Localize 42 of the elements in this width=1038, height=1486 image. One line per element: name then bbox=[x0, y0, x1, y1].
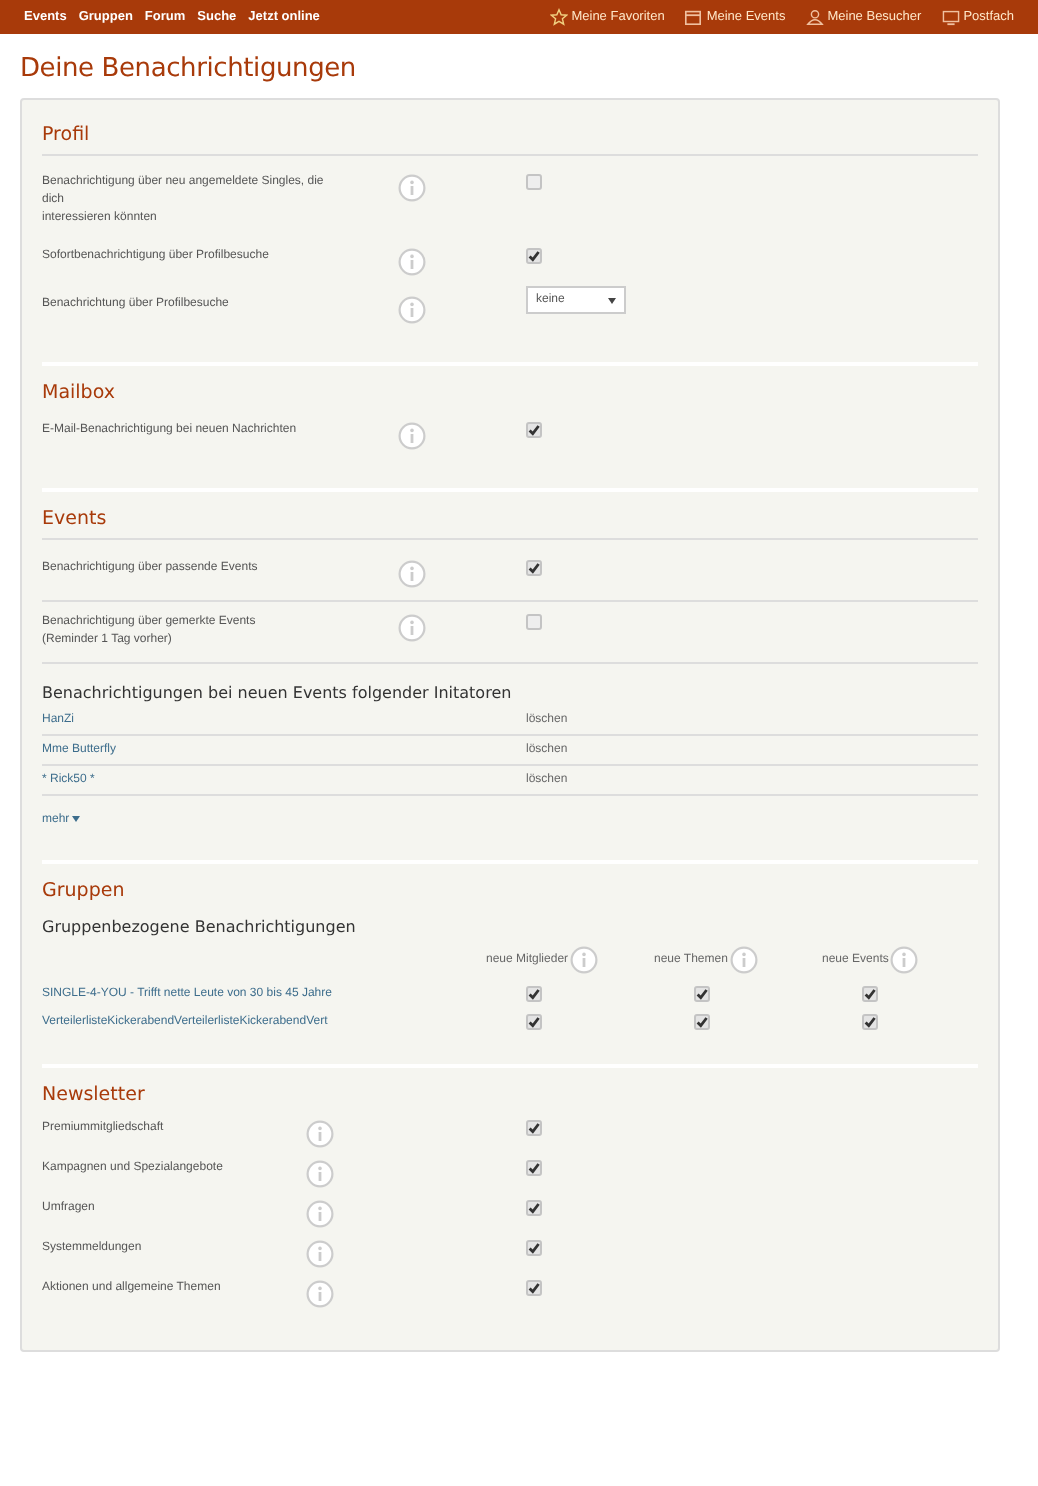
info-icon[interactable] bbox=[398, 422, 426, 450]
star-icon bbox=[549, 8, 568, 26]
caret-icon bbox=[72, 816, 81, 822]
section-heading: Mailbox bbox=[42, 382, 117, 404]
section-heading: Events bbox=[42, 508, 978, 540]
info-icon[interactable] bbox=[398, 614, 426, 642]
checkbox[interactable] bbox=[526, 1160, 542, 1176]
info-icon[interactable] bbox=[398, 248, 426, 276]
page-title: Deine Benachrichtigungen bbox=[20, 54, 358, 84]
info-icon[interactable] bbox=[306, 1200, 334, 1228]
checkbox[interactable] bbox=[694, 1014, 710, 1030]
checkbox[interactable] bbox=[694, 986, 710, 1002]
section-heading: Gruppen bbox=[42, 880, 127, 902]
checkbox[interactable] bbox=[526, 248, 542, 264]
info-icon[interactable] bbox=[398, 560, 426, 588]
caret-icon bbox=[608, 297, 616, 303]
info-icon[interactable] bbox=[890, 946, 919, 974]
calendar-icon bbox=[684, 8, 703, 26]
checkbox[interactable] bbox=[526, 1200, 542, 1216]
checkbox[interactable] bbox=[526, 1014, 542, 1030]
section-heading: Newsletter bbox=[42, 1084, 147, 1106]
subsection-heading: Gruppenbezogene Benachrichtigungen bbox=[42, 918, 358, 936]
person-icon bbox=[805, 8, 824, 26]
subsection-heading: Benachrichtigungen bei neuen Events folgender Initatoren bbox=[42, 684, 514, 702]
checkbox[interactable] bbox=[862, 986, 878, 1002]
section-heading: Profil bbox=[42, 124, 978, 156]
info-icon[interactable] bbox=[306, 1160, 334, 1188]
checkbox[interactable] bbox=[526, 986, 542, 1002]
info-icon[interactable] bbox=[306, 1120, 334, 1148]
info-icon[interactable] bbox=[398, 174, 426, 202]
info-icon[interactable] bbox=[729, 946, 758, 974]
monitor-icon bbox=[941, 8, 960, 26]
info-icon[interactable] bbox=[398, 296, 426, 324]
info-icon[interactable] bbox=[306, 1280, 334, 1308]
info-icon[interactable] bbox=[306, 1240, 334, 1268]
checkbox[interactable] bbox=[526, 1120, 542, 1136]
checkbox[interactable] bbox=[862, 1014, 878, 1030]
info-icon[interactable] bbox=[570, 946, 599, 974]
checkbox[interactable] bbox=[526, 1240, 542, 1256]
checkbox[interactable] bbox=[526, 422, 542, 438]
checkbox[interactable] bbox=[526, 1280, 542, 1296]
checkbox[interactable] bbox=[526, 560, 542, 576]
